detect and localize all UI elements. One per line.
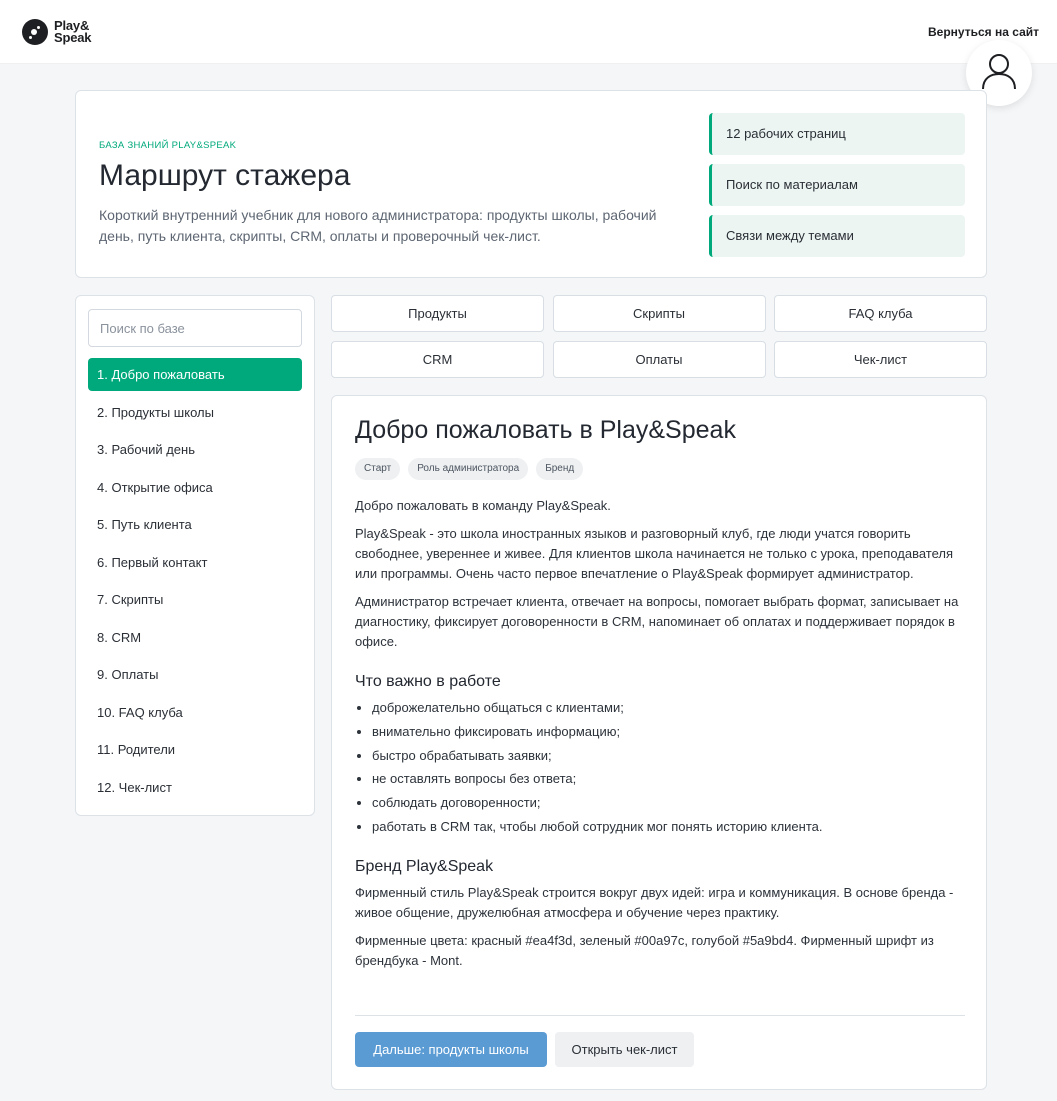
- paragraph-brand-style: Фирменный стиль Play&Speak строится вокр…: [355, 884, 954, 920]
- feature-list: 12 рабочих страниц Поиск по материалам С…: [709, 113, 965, 266]
- paragraph-admin-role: Администратор встречает клиента, отвечае…: [355, 594, 959, 649]
- sidebar-item-welcome[interactable]: 1. Добро пожаловать: [88, 358, 302, 391]
- next-products-button[interactable]: Дальше: продукты школы: [355, 1032, 547, 1067]
- list-item: быстро обрабатывать заявки;: [372, 746, 967, 766]
- hero-card: БАЗА ЗНАНИЙ PLAY&SPEAK Маршрут стажера К…: [75, 90, 987, 278]
- sidebar-item-products[interactable]: 2. Продукты школы: [88, 396, 302, 429]
- open-checklist-button[interactable]: Открыть чек-лист: [555, 1032, 694, 1067]
- hero-description: Короткий внутренний учебник для нового а…: [99, 207, 657, 244]
- article-body: Добро пожаловать в команду Play&Speak. P…: [355, 496, 967, 979]
- paragraph-welcome: Добро пожаловать в команду Play&Speak.: [355, 498, 611, 513]
- hero-eyebrow: БАЗА ЗНАНИЙ PLAY&SPEAK: [99, 140, 237, 151]
- list-item: не оставлять вопросы без ответа;: [372, 769, 967, 789]
- page-title: Маршрут стажера: [99, 159, 351, 192]
- quick-tabs: Продукты Скрипты FAQ клуба CRM Оплаты Че…: [331, 295, 987, 378]
- play-speak-logo-icon: [22, 19, 48, 45]
- feature-links: Связи между темами: [709, 215, 965, 257]
- sidebar-item-first-contact[interactable]: 6. Первый контакт: [88, 546, 302, 579]
- sidebar: 1. Добро пожаловать 2. Продукты школы 3.…: [75, 295, 315, 816]
- sidebar-item-workday[interactable]: 3. Рабочий день: [88, 433, 302, 466]
- important-list: доброжелательно общаться с клиентами; вн…: [355, 698, 967, 837]
- heading-brand: Бренд Play&Speak: [355, 857, 494, 875]
- sidebar-item-crm[interactable]: 8. CRM: [88, 621, 302, 654]
- paragraph-about: Play&Speak - это школа иностранных языко…: [355, 526, 954, 581]
- search-input[interactable]: [88, 309, 302, 347]
- sidebar-item-checklist[interactable]: 12. Чек-лист: [88, 771, 302, 804]
- article-card: Добро пожаловать в Play&Speak Старт Роль…: [331, 395, 987, 1090]
- logo-line-2: Speak: [54, 30, 92, 45]
- tag-brand: Бренд: [536, 458, 584, 480]
- paragraph-brand-colors: Фирменные цвета: красный #ea4f3d, зелены…: [355, 932, 934, 968]
- tag-admin-role: Роль администратора: [408, 458, 529, 480]
- article-title: Добро пожаловать в Play&Speak: [355, 416, 736, 444]
- heading-important: Что важно в работе: [355, 673, 501, 690]
- tab-payments[interactable]: Оплаты: [552, 341, 766, 378]
- top-bar: Play& Speak Вернуться на сайт: [0, 0, 1057, 64]
- sidebar-item-parents[interactable]: 11. Родители: [88, 733, 302, 766]
- sidebar-item-scripts[interactable]: 7. Скрипты: [88, 583, 302, 616]
- feature-search: Поиск по материалам: [709, 164, 965, 206]
- tab-faq[interactable]: FAQ клуба: [774, 295, 987, 332]
- divider: [355, 1015, 965, 1016]
- tab-products[interactable]: Продукты: [331, 295, 544, 332]
- list-item: соблюдать договоренности;: [372, 793, 967, 813]
- tab-crm[interactable]: CRM: [331, 341, 544, 378]
- sidebar-item-payments[interactable]: 9. Оплаты: [88, 658, 302, 691]
- sidebar-nav: 1. Добро пожаловать 2. Продукты школы 3.…: [88, 358, 302, 808]
- tag-list: Старт Роль администратора Бренд: [355, 458, 591, 480]
- sidebar-item-client-path[interactable]: 5. Путь клиента: [88, 508, 302, 541]
- back-to-site-link[interactable]: Вернуться на сайт: [928, 25, 1039, 39]
- list-item: работать в CRM так, чтобы любой сотрудни…: [372, 817, 967, 837]
- list-item: доброжелательно общаться с клиентами;: [372, 698, 967, 718]
- tag-start: Старт: [355, 458, 401, 480]
- user-avatar-icon: [982, 54, 1016, 90]
- logo-text: Play& Speak: [54, 19, 92, 45]
- list-item: внимательно фиксировать информацию;: [372, 722, 967, 742]
- tab-checklist[interactable]: Чек-лист: [774, 341, 987, 378]
- tab-scripts[interactable]: Скрипты: [552, 295, 766, 332]
- sidebar-item-office-opening[interactable]: 4. Открытие офиса: [88, 471, 302, 504]
- logo[interactable]: Play& Speak: [22, 19, 92, 45]
- sidebar-item-faq[interactable]: 10. FAQ клуба: [88, 696, 302, 729]
- feature-pages: 12 рабочих страниц: [709, 113, 965, 155]
